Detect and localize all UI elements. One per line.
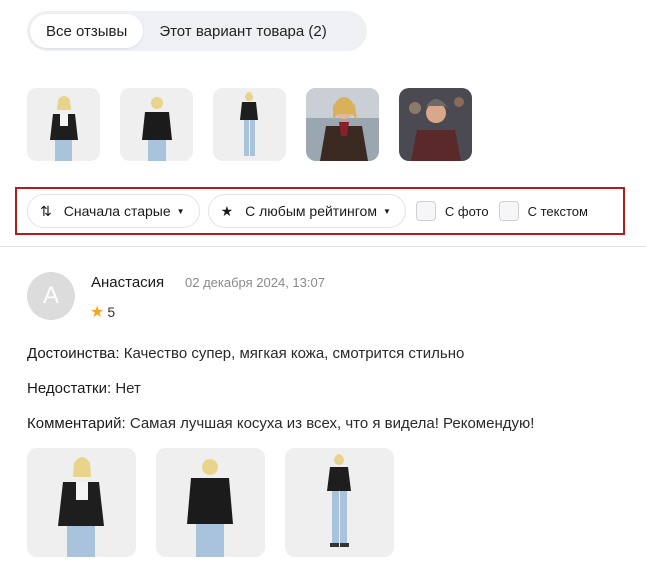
- review-date: 02 декабря 2024, 13:07: [185, 275, 325, 290]
- with-photo-checkbox[interactable]: С фото: [415, 201, 489, 221]
- avatar: А: [27, 272, 75, 320]
- with-photo-label: С фото: [444, 203, 489, 219]
- with-text-checkbox[interactable]: С текстом: [498, 201, 588, 221]
- sort-dropdown[interactable]: ⇅ Сначала старые ▼: [27, 194, 200, 228]
- divider: [0, 246, 646, 247]
- review-author: Анастасия: [91, 274, 165, 291]
- review-photo-thumb[interactable]: [213, 88, 286, 161]
- sort-icon: ⇅: [40, 202, 52, 219]
- star-icon: ★: [220, 202, 234, 219]
- review-photos-strip: [27, 88, 472, 161]
- review-photo-thumb[interactable]: [120, 88, 193, 161]
- checkbox-box[interactable]: [415, 201, 436, 221]
- cons-text: Нет: [115, 380, 141, 397]
- cons-label: Недостатки:: [27, 380, 112, 397]
- review-pros: Достоинства: Качество супер, мягкая кожа…: [27, 345, 464, 362]
- chevron-down-icon: ▼: [382, 206, 391, 216]
- review-rating: ★ 5: [90, 302, 115, 322]
- with-text-label: С текстом: [527, 203, 588, 219]
- checkbox-box[interactable]: [498, 201, 519, 221]
- review-photo[interactable]: [27, 448, 136, 557]
- comment-label: Комментарий:: [27, 415, 126, 432]
- pros-text: Качество супер, мягкая кожа, смотрится с…: [123, 345, 465, 362]
- comment-text: Самая лучшая косуха из всех, что я видел…: [129, 415, 535, 432]
- review-photo-thumb[interactable]: [399, 88, 472, 161]
- chevron-down-icon: ▼: [176, 206, 185, 216]
- review-tabs: Все отзывы Этот вариант товара (2): [27, 11, 367, 51]
- tab-this-variant[interactable]: Этот вариант товара (2): [143, 14, 342, 48]
- review-comment: Комментарий: Самая лучшая косуха из всех…: [27, 415, 534, 432]
- rating-filter-dropdown[interactable]: ★ С любым рейтингом ▼: [207, 194, 406, 228]
- review-photo-thumb[interactable]: [306, 88, 379, 161]
- pros-label: Достоинства:: [27, 345, 120, 362]
- rating-value: 5: [107, 304, 116, 320]
- tab-all-reviews[interactable]: Все отзывы: [30, 14, 144, 48]
- review-photo[interactable]: [285, 448, 394, 557]
- review-cons: Недостатки: Нет: [27, 380, 141, 397]
- star-icon: ★: [90, 304, 105, 321]
- review-photos: [27, 448, 394, 557]
- rating-filter-label: С любым рейтингом: [245, 203, 377, 219]
- review-photo[interactable]: [156, 448, 265, 557]
- sort-label: Сначала старые: [63, 203, 171, 219]
- review-photo-thumb[interactable]: [27, 88, 100, 161]
- review-filter-bar: ⇅ Сначала старые ▼ ★ С любым рейтингом ▼…: [15, 187, 625, 235]
